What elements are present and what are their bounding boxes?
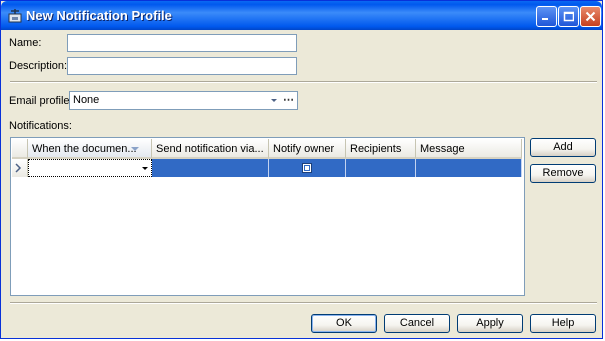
column-header-label: Recipients <box>350 143 402 155</box>
column-header-send-via[interactable]: Send notification via... <box>152 139 269 159</box>
chevron-down-icon[interactable] <box>142 167 148 170</box>
grid-corner <box>12 139 28 159</box>
table-row[interactable] <box>28 159 522 177</box>
current-row-arrow-icon <box>15 163 22 173</box>
column-header-label: Notify owner <box>273 143 335 155</box>
column-header-when[interactable]: When the documen... <box>28 139 152 159</box>
column-header-notify-owner[interactable]: Notify owner <box>269 139 346 159</box>
title-bar[interactable]: New Notification Profile <box>1 1 602 30</box>
cell-recipients[interactable] <box>346 159 416 177</box>
cell-notify-owner[interactable] <box>269 159 346 177</box>
minimize-icon <box>542 18 548 20</box>
browse-ellipsis-button[interactable]: ⋯ <box>283 93 294 106</box>
apply-button[interactable]: Apply <box>457 314 523 333</box>
notifications-grid[interactable]: When the documen... Send notification vi… <box>10 137 525 296</box>
close-button[interactable] <box>580 6 601 27</box>
email-profile-label: Email profile: <box>9 95 73 107</box>
cell-send-via[interactable] <box>152 159 269 177</box>
description-input[interactable] <box>67 57 297 75</box>
dialog-content: Name: Description: Email profile: None ⋯… <box>4 30 599 337</box>
maximize-button[interactable] <box>558 6 579 27</box>
remove-button[interactable]: Remove <box>530 164 596 183</box>
notify-owner-checkbox[interactable] <box>302 163 312 173</box>
close-icon <box>585 11 596 22</box>
name-label: Name: <box>9 37 42 49</box>
notification-profile-icon <box>8 9 22 23</box>
chevron-down-icon[interactable] <box>271 99 277 102</box>
help-button[interactable]: Help <box>530 314 596 333</box>
sort-descending-icon <box>131 147 139 151</box>
name-input[interactable] <box>67 34 297 52</box>
cell-message[interactable] <box>416 159 522 177</box>
column-header-label: Message <box>420 143 465 155</box>
add-button[interactable]: Add <box>530 138 596 157</box>
description-label: Description: <box>9 60 68 72</box>
column-header-label: When the documen... <box>32 143 137 155</box>
email-profile-combo[interactable]: None ⋯ <box>69 91 298 110</box>
window-title: New Notification Profile <box>26 8 172 23</box>
maximize-icon <box>563 11 574 22</box>
cancel-button[interactable]: Cancel <box>384 314 450 333</box>
column-header-recipients[interactable]: Recipients <box>346 139 416 159</box>
notifications-label: Notifications: <box>9 120 72 132</box>
email-profile-value: None <box>73 94 100 106</box>
minimize-button[interactable] <box>536 6 557 27</box>
row-header[interactable] <box>12 159 28 177</box>
separator <box>10 81 597 83</box>
column-header-message[interactable]: Message <box>416 139 522 159</box>
ok-button[interactable]: OK <box>311 314 377 333</box>
dialog-window: New Notification Profile Name: Descripti… <box>0 0 603 339</box>
separator <box>10 302 597 304</box>
cell-when-dropdown[interactable] <box>28 159 152 177</box>
column-header-label: Send notification via... <box>156 143 264 155</box>
